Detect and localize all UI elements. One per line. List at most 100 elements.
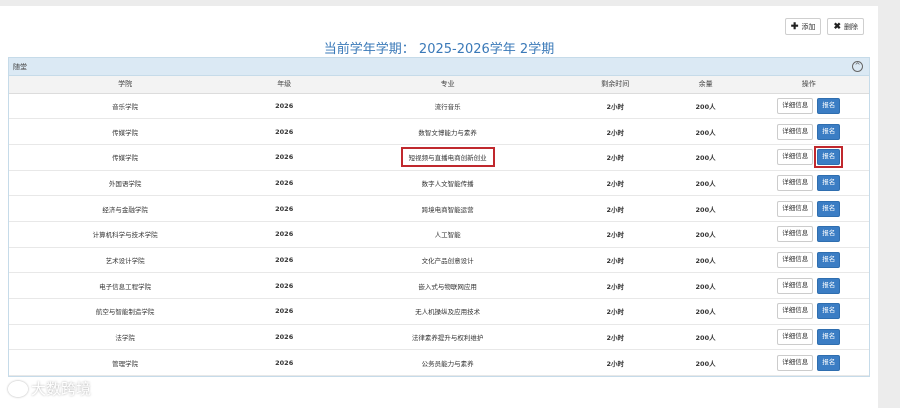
remaining-time-cell: 2小时 <box>567 247 663 274</box>
remaining-time-cell: 2小时 <box>567 298 663 325</box>
table-row: 经济与金融学院 2026 跨境电商智能运营 2小时 200人 详细信息 报名 <box>9 195 869 222</box>
apply-highlight-box <box>814 146 844 169</box>
quota-cell: 200人 <box>662 298 749 325</box>
actions-cell: 详细信息 报名 <box>748 118 869 145</box>
apply-button[interactable]: 报名 <box>817 123 841 140</box>
course-table-section: 随堂 ^ 学院 年级 专业 剩余时间 余量 操作 音乐学院 2026 流行音乐 2小时 200人详… <box>8 57 870 378</box>
major-cell: 嵌入式与物联网应用 <box>327 272 568 299</box>
remaining-time-cell: 2小时 <box>567 170 663 197</box>
grade-cell: 2026 <box>241 349 328 377</box>
quota-cell: 200人 <box>662 247 749 274</box>
remaining-time-cell: 2小时 <box>567 144 663 171</box>
section-label: 随堂 <box>13 63 27 71</box>
table-row: 航空与智能制造学院 2026 无人机操纵及应用技术 2小时 200人 详细信息 报名 <box>9 298 869 325</box>
apply-button[interactable]: 报名 <box>814 146 844 169</box>
detail-button[interactable]: 详细信息 <box>777 329 814 346</box>
delete-button[interactable]: ✖ 删除 <box>827 18 864 35</box>
quota-cell: 200人 <box>662 324 749 351</box>
column-header: 年级 <box>241 76 328 94</box>
apply-label: 报名 <box>822 333 836 341</box>
apply-button[interactable]: 报名 <box>817 174 841 191</box>
remaining-time-cell: 2小时 <box>567 93 663 120</box>
watermark-logo-icon <box>8 380 28 397</box>
actions-cell: 详细信息 报名 <box>748 272 869 299</box>
apply-button[interactable]: 报名 <box>817 277 841 294</box>
highlighted-major: 短视频与直播电商创新创业 <box>400 147 495 168</box>
apply-button[interactable]: 报名 <box>817 226 841 243</box>
grade-cell: 2026 <box>241 144 328 171</box>
apply-label: 报名 <box>822 255 836 263</box>
grade-cell: 2026 <box>241 324 328 351</box>
add-button[interactable]: ✚ 添加 <box>784 18 822 35</box>
column-header: 余量 <box>662 76 749 94</box>
quota-cell: 200人 <box>662 195 749 222</box>
major-text: 嵌入式与物联网应用 <box>418 282 477 291</box>
close-icon: ✖ <box>833 21 841 31</box>
major-text: 跨境电商智能运营 <box>421 205 474 214</box>
grade-cell: 2026 <box>241 118 328 145</box>
table-row: 传媒学院 2026 数智文博能力与素养 2小时 200人 详细信息 报名 <box>9 118 869 145</box>
major-cell: 数字人文智能传播 <box>327 170 568 197</box>
table-row: 电子信息工程学院 2026 嵌入式与物联网应用 2小时 200人 详细信息 报名 <box>9 272 869 299</box>
table-row: 管理学院 2026 公务员能力与素养 2小时 200人 详细信息 报名 <box>9 349 869 377</box>
row-actions: 详细信息 报名 <box>749 123 869 140</box>
table-row: 传媒学院 2026 短视频与直播电商创新创业 2小时 200人 详细信息 报名 <box>9 144 869 171</box>
detail-button[interactable]: 详细信息 <box>777 149 814 166</box>
apply-button[interactable]: 报名 <box>817 251 841 268</box>
row-actions: 详细信息 报名 <box>749 251 869 268</box>
detail-button[interactable]: 详细信息 <box>777 354 814 371</box>
actions-cell: 详细信息 报名 <box>748 144 869 171</box>
apply-button[interactable]: 报名 <box>817 354 841 371</box>
row-actions: 详细信息 报名 <box>749 329 869 346</box>
major-text: 数字人文智能传播 <box>421 179 474 188</box>
remaining-time-cell: 2小时 <box>567 272 663 299</box>
watermark: 大数跨境 <box>8 378 91 399</box>
apply-button[interactable]: 报名 <box>817 200 841 217</box>
college-cell: 经济与金融学院 <box>9 195 242 222</box>
row-actions: 详细信息 报名 <box>749 174 869 191</box>
actions-cell: 详细信息 报名 <box>748 298 869 325</box>
detail-button[interactable]: 详细信息 <box>777 251 814 268</box>
delete-label: 删除 <box>844 23 858 31</box>
detail-button[interactable]: 详细信息 <box>777 123 814 140</box>
actions-cell: 详细信息 报名 <box>748 195 869 222</box>
detail-button[interactable]: 详细信息 <box>777 174 814 191</box>
row-actions: 详细信息 报名 <box>749 226 869 243</box>
quota-cell: 200人 <box>662 272 749 299</box>
detail-button[interactable]: 详细信息 <box>777 277 814 294</box>
add-label: 添加 <box>801 23 816 31</box>
grade-cell: 2026 <box>241 298 328 325</box>
major-cell: 无人机操纵及应用技术 <box>327 298 568 325</box>
major-cell: 人工智能 <box>327 221 568 248</box>
college-cell: 电子信息工程学院 <box>9 272 242 299</box>
detail-button[interactable]: 详细信息 <box>777 97 814 114</box>
detail-button[interactable]: 详细信息 <box>777 200 814 217</box>
apply-button[interactable]: 报名 <box>817 329 841 346</box>
table-row: 音乐学院 2026 流行音乐 2小时 200人 详细信息 报名 <box>9 93 869 120</box>
grade-cell: 2026 <box>241 195 328 222</box>
detail-button[interactable]: 详细信息 <box>777 226 814 243</box>
college-cell: 航空与智能制造学院 <box>9 298 242 325</box>
college-cell: 传媒学院 <box>9 118 242 145</box>
row-actions: 详细信息 报名 <box>749 97 869 114</box>
row-actions: 详细信息 报名 <box>749 354 869 371</box>
major-cell: 数智文博能力与素养 <box>327 118 568 145</box>
remaining-time-cell: 2小时 <box>567 324 663 351</box>
apply-button[interactable]: 报名 <box>817 303 841 320</box>
actions-cell: 详细信息 报名 <box>748 349 869 377</box>
detail-button[interactable]: 详细信息 <box>777 303 814 320</box>
page-title: 当前学年学期： 2025-2026学年 2学期 <box>323 42 555 57</box>
apply-label: 报名 <box>822 101 836 109</box>
row-actions: 详细信息 报名 <box>749 277 869 294</box>
row-actions: 详细信息 报名 <box>749 303 869 320</box>
apply-label: 报名 <box>822 178 836 186</box>
row-actions: 详细信息 报名 <box>749 200 869 217</box>
quota-cell: 200人 <box>662 221 749 248</box>
quota-cell: 200人 <box>662 349 749 377</box>
collapse-toggle-icon[interactable]: ^ <box>852 61 863 72</box>
major-text: 人工智能 <box>434 231 461 240</box>
actions-cell: 详细信息 报名 <box>748 93 869 120</box>
college-cell: 艺术设计学院 <box>9 247 242 274</box>
apply-button[interactable]: 报名 <box>817 97 841 114</box>
major-cell: 短视频与直播电商创新创业 <box>327 144 568 171</box>
